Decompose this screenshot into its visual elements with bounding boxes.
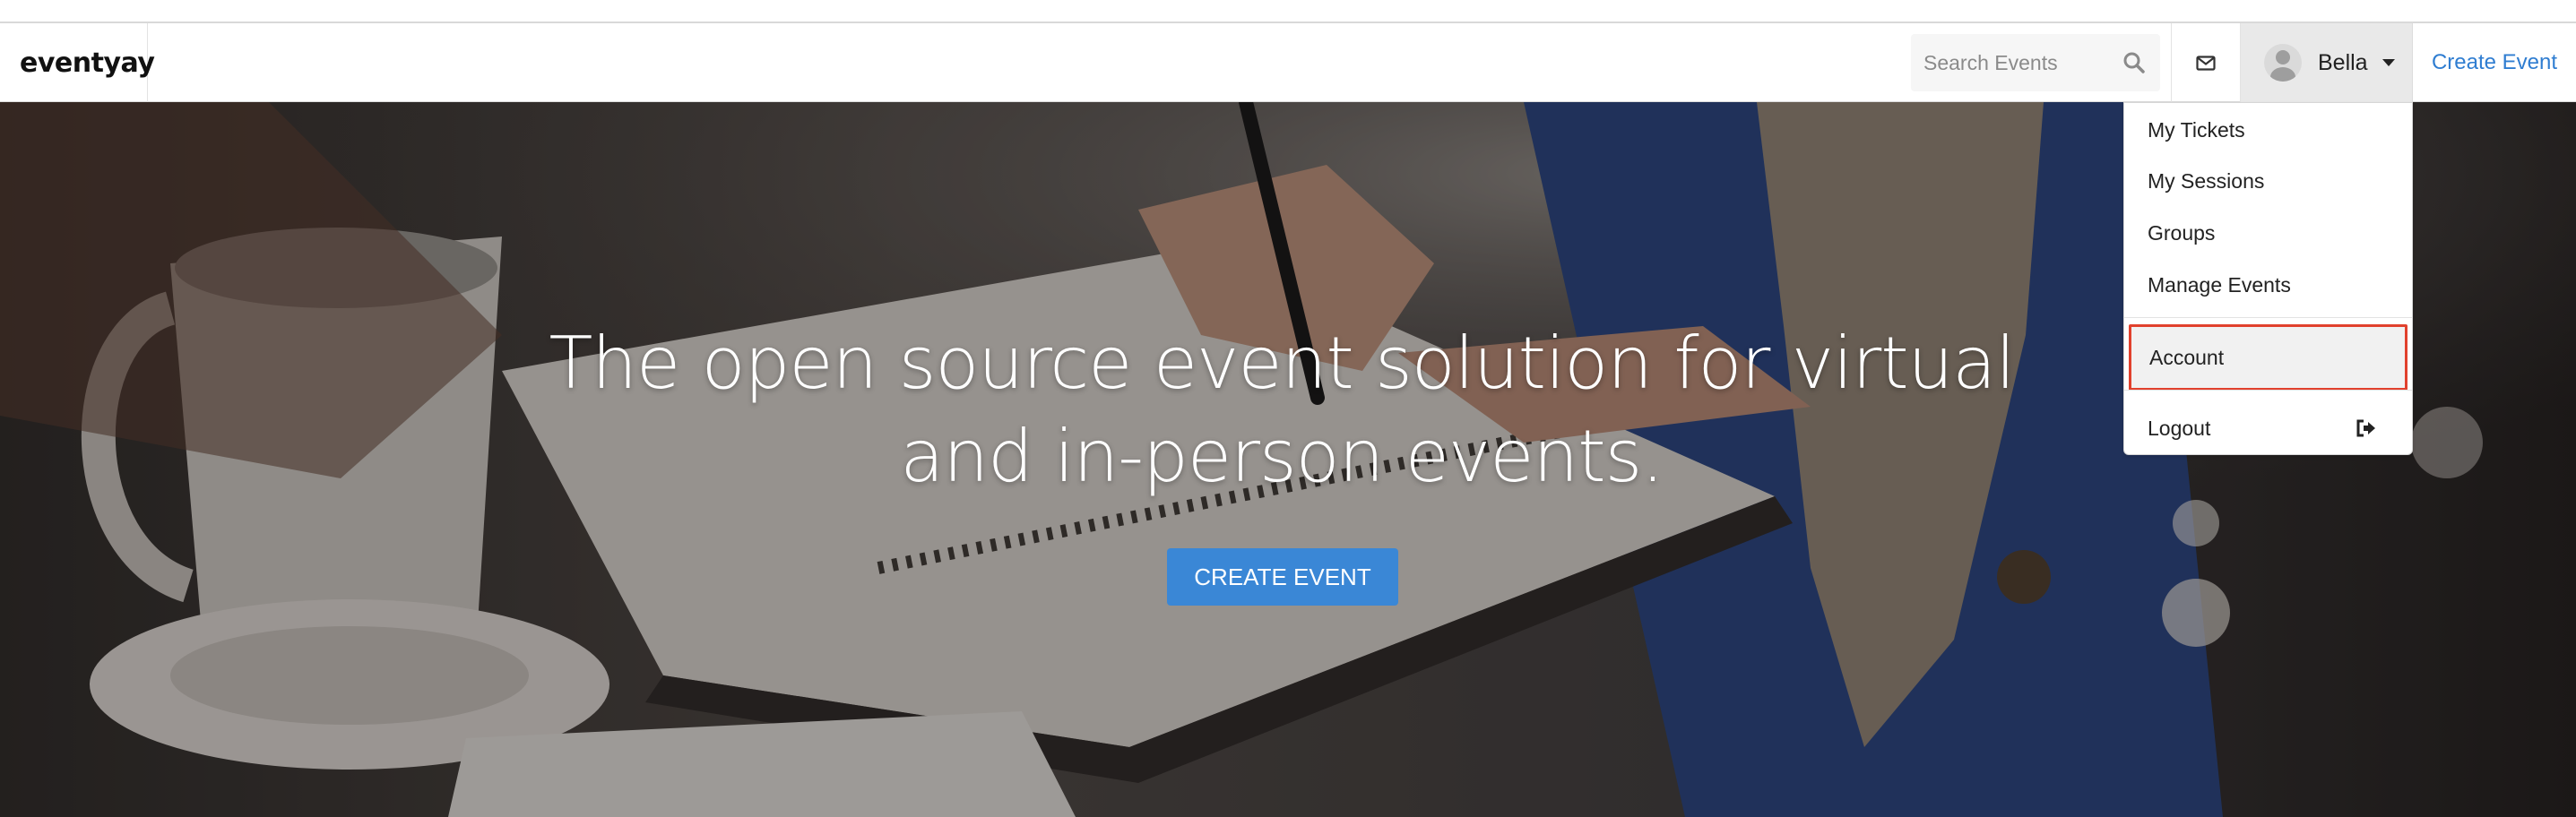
user-menu-toggle[interactable]: Bella: [2241, 23, 2413, 102]
create-event-button[interactable]: CREATE EVENT: [1167, 548, 1398, 606]
menu-item-account[interactable]: Account: [2129, 324, 2407, 391]
menu-item-groups[interactable]: Groups: [2124, 211, 2412, 255]
user-dropdown-menu: My Tickets My Sessions Groups Manage Eve…: [2123, 102, 2413, 455]
create-event-link[interactable]: Create Event: [2413, 23, 2576, 102]
logo[interactable]: eventyay: [0, 23, 155, 102]
menu-divider: [2124, 317, 2412, 318]
hero-headline: The open source event solution for virtu…: [549, 322, 2015, 498]
user-name: Bella: [2318, 49, 2368, 75]
avatar-icon: [2264, 44, 2302, 82]
search-icon[interactable]: [2122, 51, 2146, 74]
search-input[interactable]: [1923, 50, 2112, 75]
menu-item-logout[interactable]: Logout: [2124, 406, 2412, 451]
top-strip: [0, 0, 2576, 23]
menu-item-my-tickets[interactable]: My Tickets: [2124, 108, 2412, 152]
search-box: [1911, 34, 2160, 91]
menu-item-manage-events[interactable]: Manage Events: [2124, 262, 2412, 307]
menu-item-my-sessions[interactable]: My Sessions: [2124, 159, 2412, 203]
mail-button[interactable]: [2171, 23, 2241, 102]
caret-down-icon: [2382, 59, 2395, 66]
logout-icon: [2356, 419, 2375, 437]
navbar: eventyay Bella Create Event: [0, 23, 2576, 102]
menu-divider: [2124, 390, 2412, 391]
mail-icon: [2196, 55, 2216, 71]
logout-label: Logout: [2148, 416, 2211, 440]
